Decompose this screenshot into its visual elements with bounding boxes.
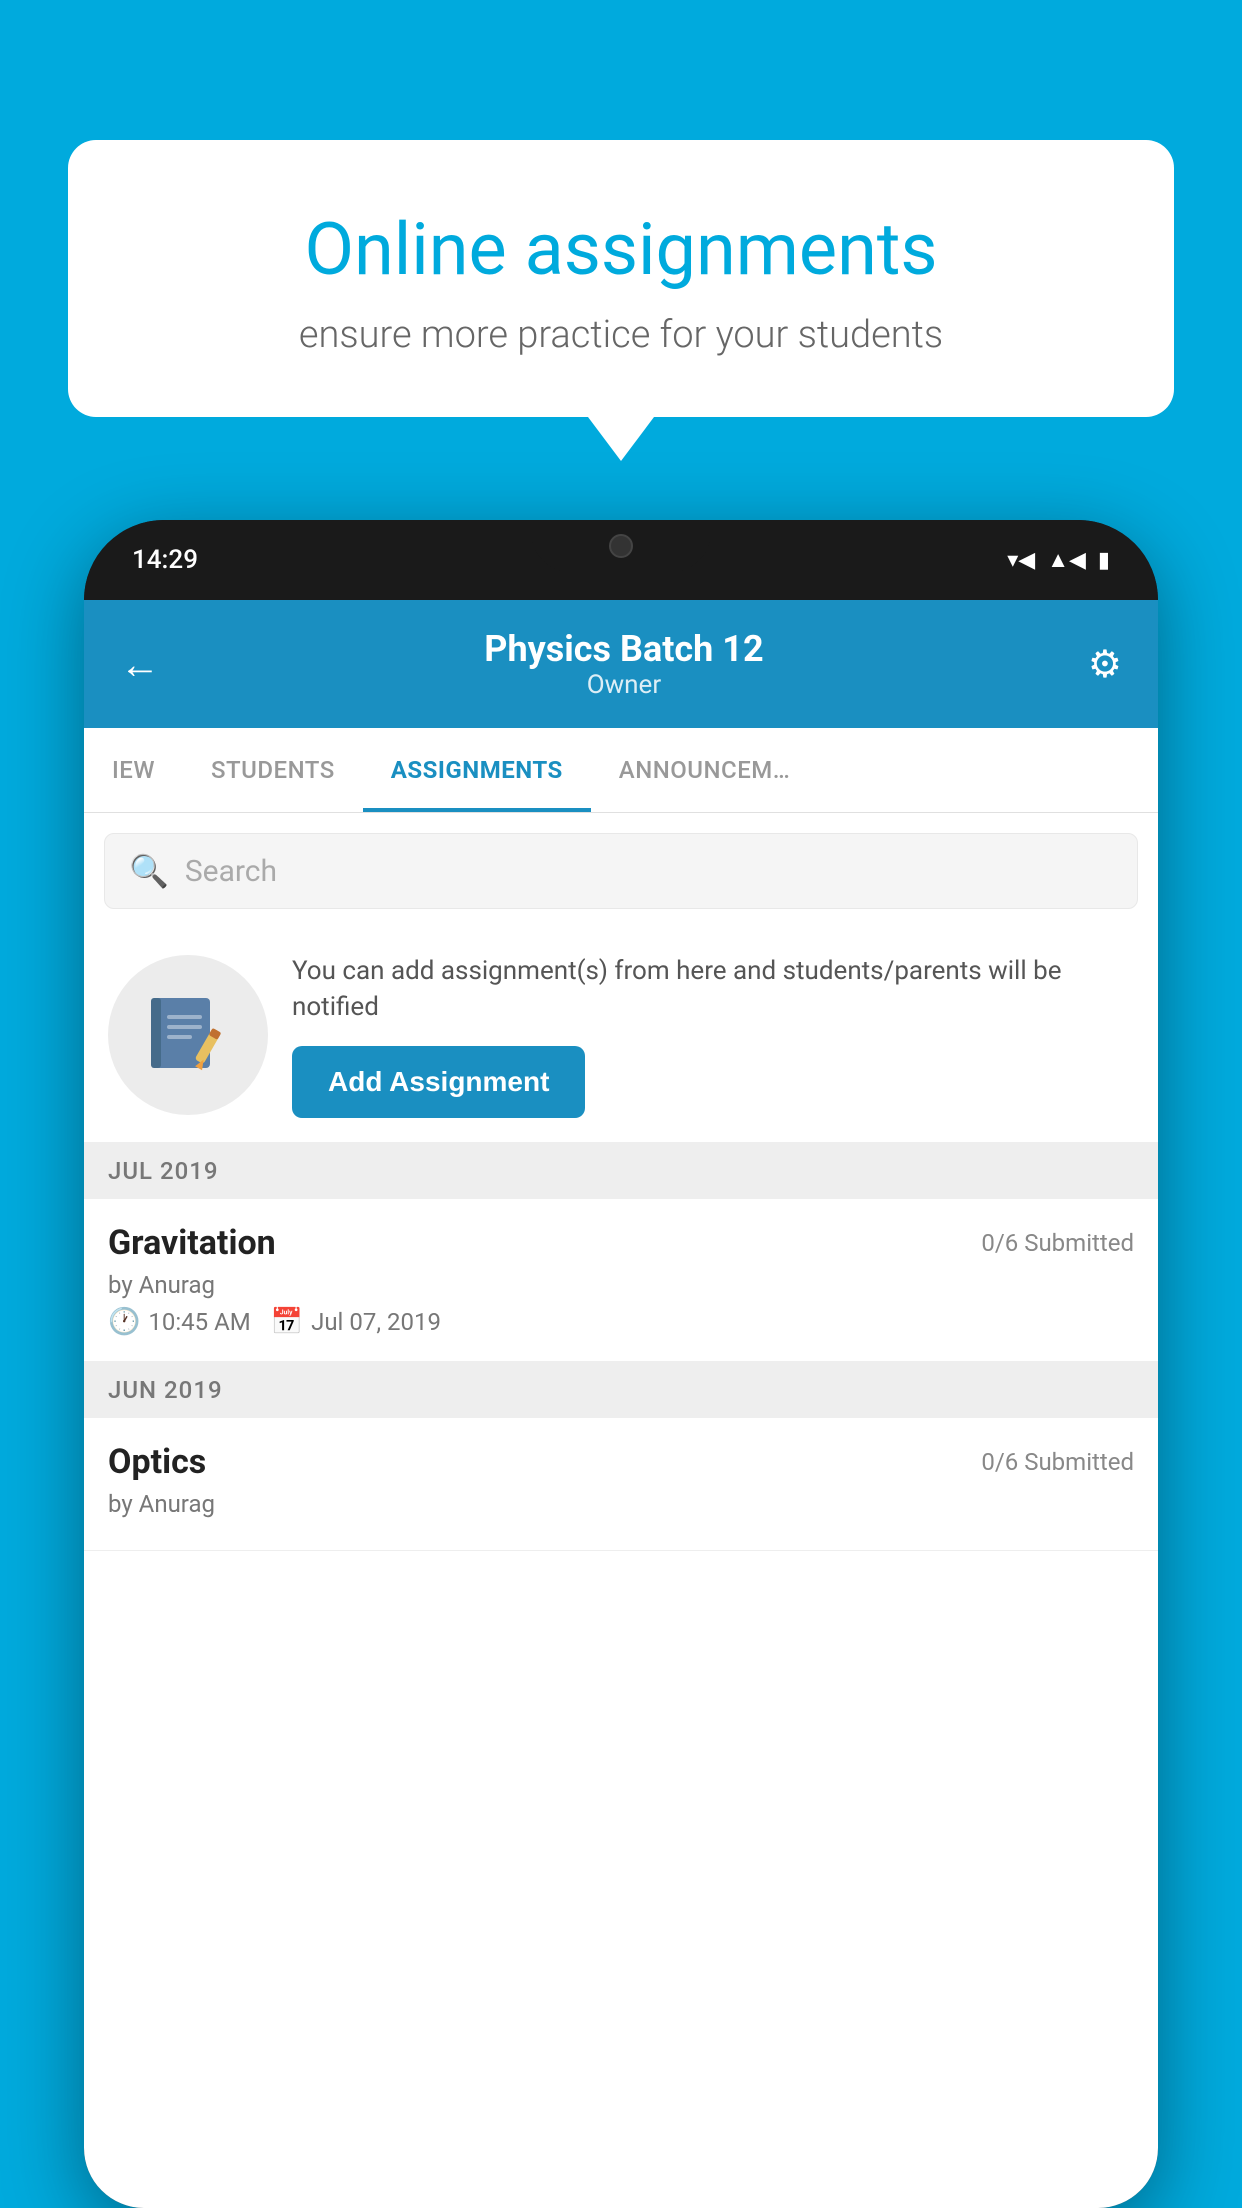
- tab-announcements[interactable]: ANNOUNCEM…: [591, 728, 818, 812]
- speech-bubble-subtitle: ensure more practice for your students: [128, 313, 1114, 357]
- status-icons: ▾◀ ▲◀ ▮: [1007, 547, 1110, 573]
- month-separator-jul: JUL 2019: [84, 1143, 1158, 1199]
- batch-title: Physics Batch 12: [484, 628, 763, 670]
- tab-assignments[interactable]: ASSIGNMENTS: [363, 728, 591, 812]
- time-badge: 🕐 10:45 AM: [108, 1307, 251, 1337]
- tab-students[interactable]: STUDENTS: [183, 728, 363, 812]
- search-placeholder: Search: [185, 854, 277, 889]
- promo-description: You can add assignment(s) from here and …: [292, 953, 1134, 1026]
- notebook-icon: [143, 990, 233, 1080]
- speech-bubble-container: Online assignments ensure more practice …: [68, 140, 1174, 417]
- speech-bubble: Online assignments ensure more practice …: [68, 140, 1174, 417]
- promo-section: You can add assignment(s) from here and …: [84, 929, 1158, 1143]
- assignment-meta: by Anurag: [108, 1271, 1134, 1299]
- app-header: ← Physics Batch 12 Owner ⚙: [84, 600, 1158, 728]
- battery-icon: ▮: [1098, 548, 1110, 573]
- search-bar[interactable]: 🔍 Search: [104, 833, 1138, 909]
- assignment-time-date: 🕐 10:45 AM 📅 Jul 07, 2019: [108, 1307, 1134, 1337]
- tabs-container: IEW STUDENTS ASSIGNMENTS ANNOUNCEM…: [84, 728, 1158, 813]
- app-screen: ← Physics Batch 12 Owner ⚙ IEW STUDENTS …: [84, 600, 1158, 2208]
- assignment-meta-optics: by Anurag: [108, 1490, 1134, 1518]
- assignment-submitted: 0/6 Submitted: [981, 1229, 1134, 1257]
- month-separator-jun: JUN 2019: [84, 1362, 1158, 1418]
- phone-mockup: 14:29 ▾◀ ▲◀ ▮ ← Physics Batch 12 Owner ⚙…: [84, 520, 1158, 2208]
- date-badge: 📅 Jul 07, 2019: [271, 1307, 441, 1337]
- signal-icon: ▲◀: [1047, 547, 1086, 573]
- status-bar: 14:29 ▾◀ ▲◀ ▮: [84, 520, 1158, 600]
- settings-icon[interactable]: ⚙: [1088, 642, 1122, 687]
- assignment-time: 10:45 AM: [148, 1308, 250, 1336]
- search-icon: 🔍: [129, 852, 169, 890]
- calendar-icon: 📅: [271, 1307, 303, 1337]
- phone-notch: [531, 520, 711, 572]
- assignment-date: Jul 07, 2019: [311, 1308, 441, 1336]
- back-button[interactable]: ←: [120, 641, 160, 688]
- assignment-header-row: Gravitation 0/6 Submitted: [108, 1223, 1134, 1263]
- assignment-item-gravitation[interactable]: Gravitation 0/6 Submitted by Anurag 🕐 10…: [84, 1199, 1158, 1362]
- phone-camera: [609, 534, 633, 558]
- promo-text-area: You can add assignment(s) from here and …: [292, 953, 1134, 1118]
- tab-iew[interactable]: IEW: [84, 728, 183, 812]
- batch-subtitle: Owner: [484, 670, 763, 700]
- speech-bubble-title: Online assignments: [128, 210, 1114, 289]
- assignment-name: Gravitation: [108, 1223, 276, 1263]
- promo-icon-circle: [108, 955, 268, 1115]
- add-assignment-button[interactable]: Add Assignment: [292, 1046, 585, 1118]
- assignment-item-optics[interactable]: Optics 0/6 Submitted by Anurag: [84, 1418, 1158, 1551]
- wifi-icon: ▾◀: [1007, 548, 1035, 573]
- assignment-header-row-optics: Optics 0/6 Submitted: [108, 1442, 1134, 1482]
- status-time: 14:29: [132, 545, 198, 575]
- clock-icon: 🕐: [108, 1307, 140, 1337]
- header-center: Physics Batch 12 Owner: [484, 628, 763, 700]
- assignment-name-optics: Optics: [108, 1442, 206, 1482]
- assignment-submitted-optics: 0/6 Submitted: [981, 1448, 1134, 1476]
